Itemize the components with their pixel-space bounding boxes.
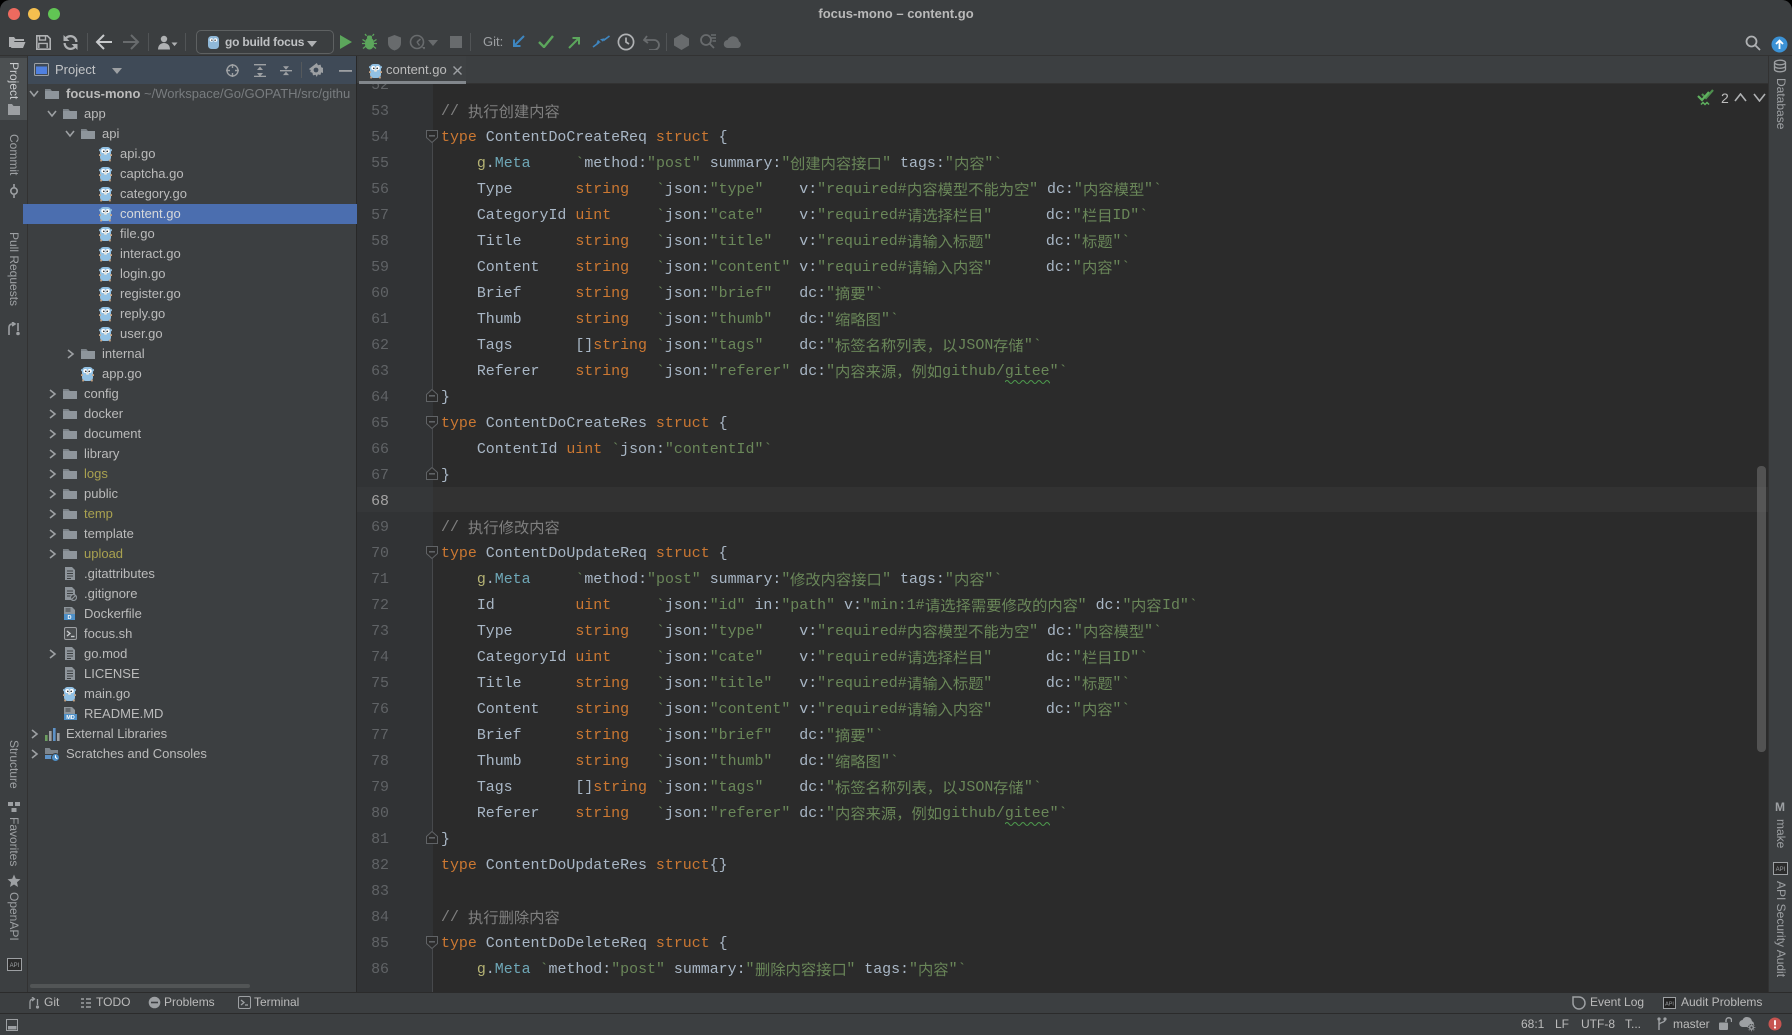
svg-text:API: API	[1776, 867, 1786, 873]
svg-text:API: API	[10, 963, 20, 969]
svg-text:D: D	[68, 615, 72, 621]
svg-text:MD: MD	[66, 715, 75, 721]
svg-text:API: API	[1665, 1002, 1674, 1008]
